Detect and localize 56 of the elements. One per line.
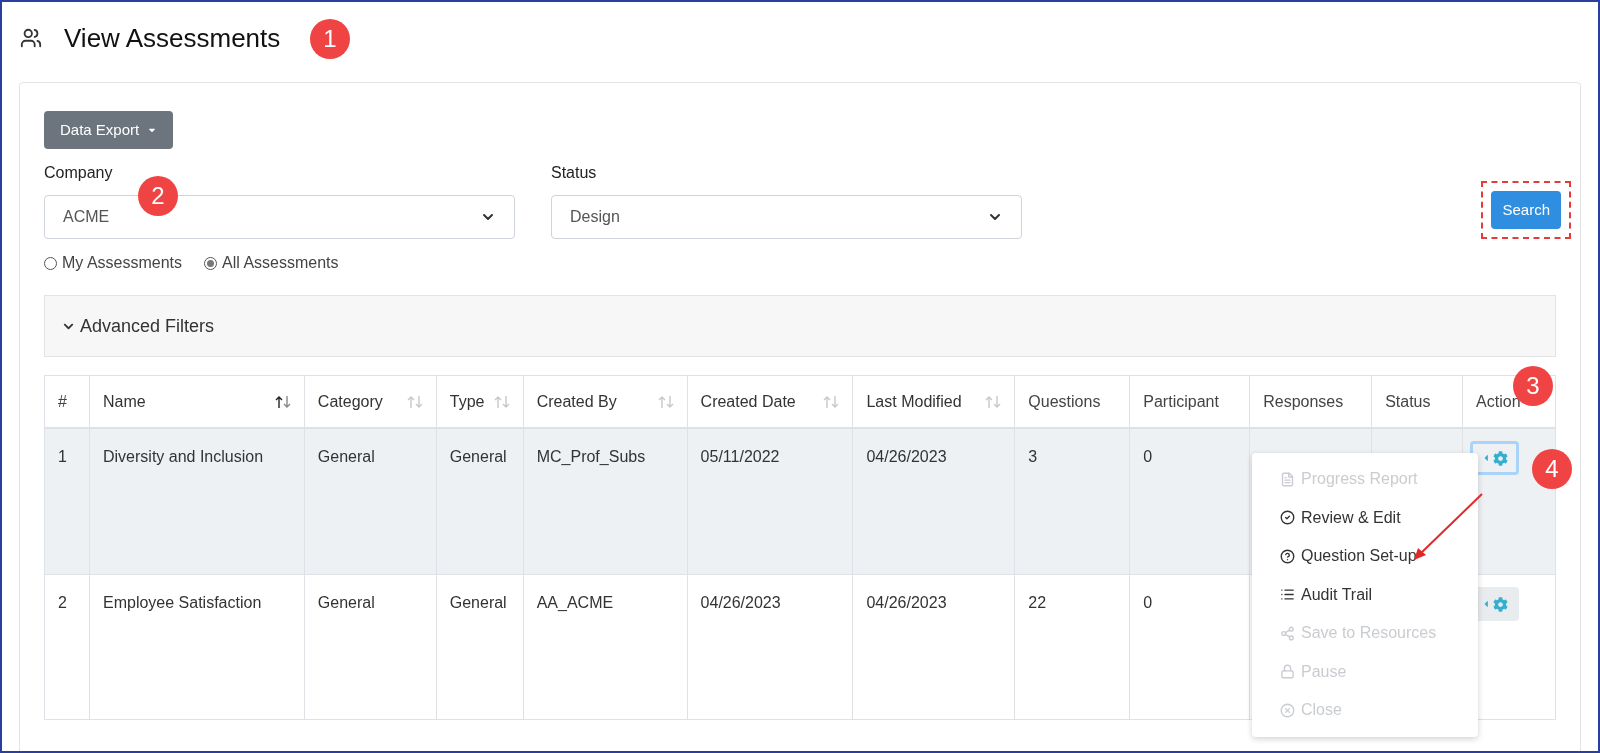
select-field[interactable]: Design [551, 195, 1022, 239]
menu-item[interactable]: Question Set-up [1252, 537, 1478, 576]
column-header: Questions [1028, 391, 1101, 412]
column-header[interactable]: Created Date [700, 389, 796, 414]
question-icon [1280, 548, 1295, 564]
table-cell-text: 04/26/2023 [700, 593, 781, 613]
table-cell-text: 1 [58, 447, 67, 467]
column-header: Status [1385, 391, 1431, 412]
table-cell-text: General [449, 447, 507, 467]
radio-label[interactable]: All Assessments [222, 251, 339, 275]
advanced-filters-panel[interactable]: Advanced Filters [44, 295, 1556, 357]
table-cell-text: 2 [58, 593, 67, 613]
callout-number: 4 [1532, 449, 1572, 489]
gear-icon [1493, 596, 1509, 612]
column-header: Action [1476, 391, 1521, 412]
column-header[interactable]: Last Modified [866, 389, 962, 414]
gear-button[interactable] [1470, 441, 1520, 475]
table-cell-text: 05/11/2022 [700, 447, 780, 467]
review-icon [1280, 510, 1295, 526]
table-cell-text: Diversity and Inclusion [103, 447, 264, 467]
table-cell-text: General [317, 593, 375, 613]
audit-icon [1280, 587, 1295, 603]
close-icon [1280, 702, 1295, 718]
table-cell-text: Employee Satisfaction [103, 593, 262, 613]
column-header: Responses [1263, 391, 1344, 412]
lock-icon [1280, 664, 1295, 680]
column-header[interactable]: Created By [536, 389, 617, 414]
sort-icon[interactable] [274, 394, 291, 409]
report-icon [1280, 471, 1295, 487]
table-cell-text: AA_ACME [536, 593, 614, 613]
users-icon [20, 27, 42, 49]
table-cell-text: 0 [1143, 447, 1153, 467]
data-export-button[interactable]: Data Export [44, 111, 174, 149]
column-header: # [58, 391, 67, 412]
radio-label[interactable]: My Assessments [62, 251, 183, 275]
share-icon [1280, 625, 1295, 641]
menu-item[interactable]: Review & Edit [1252, 498, 1478, 537]
field-label: Status [551, 163, 598, 183]
table-cell-text: 22 [1028, 593, 1047, 613]
column-header[interactable]: Category [317, 389, 383, 414]
table-cell-text: 3 [1028, 447, 1038, 467]
field-label: Company [44, 163, 114, 183]
callout-number: 2 [138, 176, 178, 216]
column-header[interactable]: Type [449, 389, 485, 414]
callout-number: 1 [310, 19, 350, 59]
table-cell-text: 04/26/2023 [866, 593, 947, 613]
gear-icon [1493, 450, 1509, 466]
column-header[interactable]: Name [103, 389, 146, 414]
table-cell-text: General [317, 447, 375, 467]
menu-item[interactable]: Audit Trail [1252, 575, 1478, 614]
table-cell-text: MC_Prof_Subs [536, 447, 646, 467]
table-cell-text: General [449, 593, 507, 613]
table-cell-text: 0 [1143, 593, 1153, 613]
column-header: Participant [1143, 391, 1219, 412]
page-title: View Assessments [64, 21, 281, 55]
table-cell-text: 04/26/2023 [866, 447, 947, 467]
